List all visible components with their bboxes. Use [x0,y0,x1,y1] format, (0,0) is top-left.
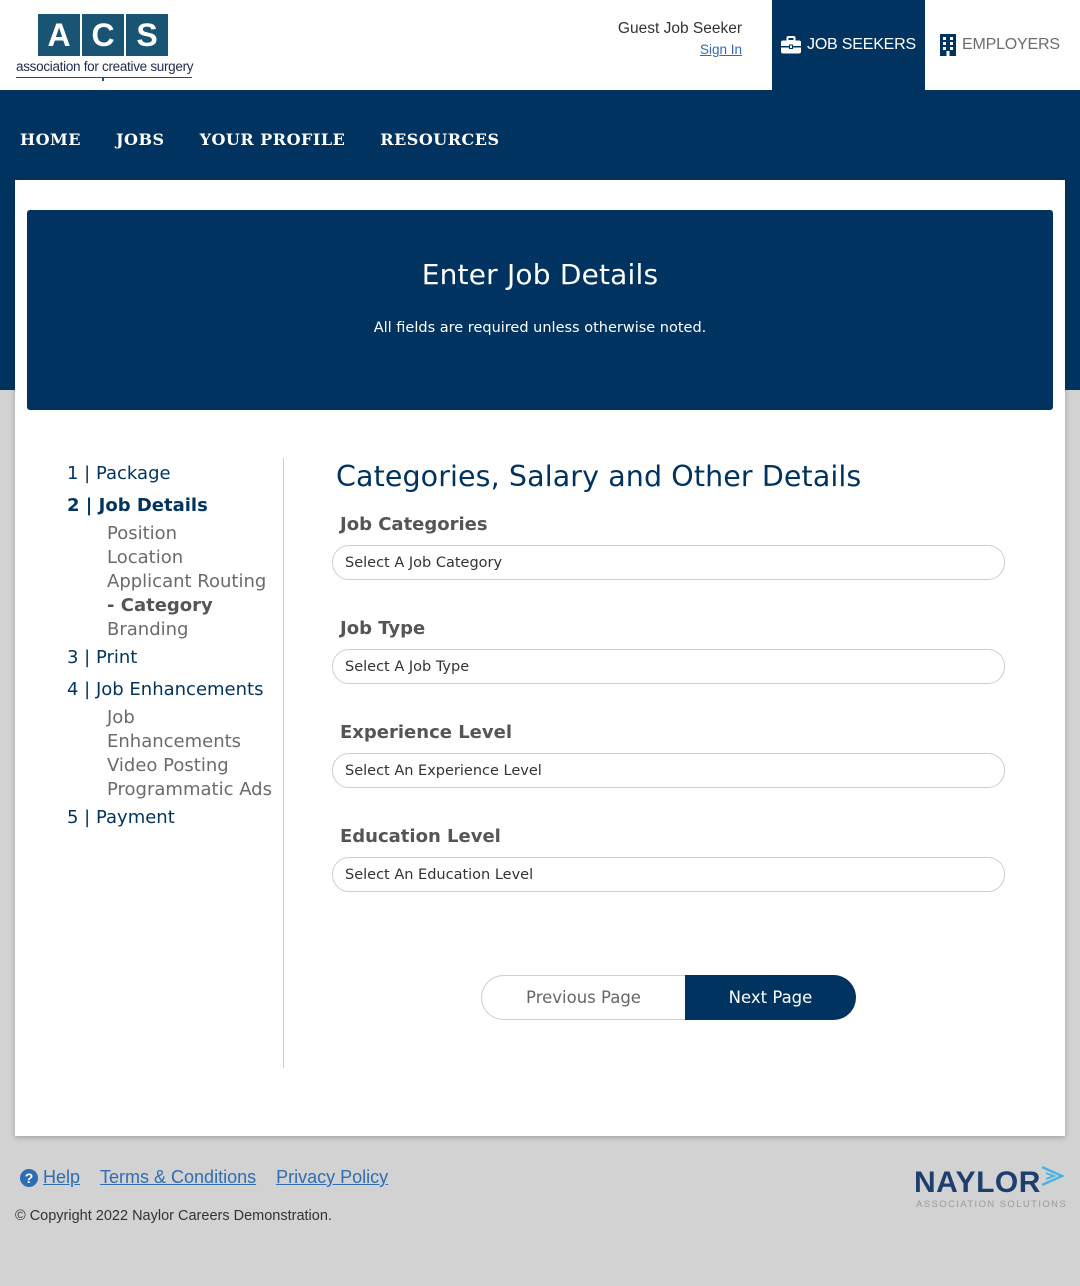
guest-name: Guest Job Seeker [617,20,742,37]
privacy-link[interactable]: Privacy Policy [276,1167,388,1188]
naylor-logo[interactable]: NAYLOR ASSOCIATION SOLUTIONS [914,1165,1066,1215]
step-job-details[interactable]: 2 | Job Details [67,490,283,522]
substep-programmatic-ads[interactable]: Programmatic Ads [67,778,283,802]
logo-underline [16,77,192,81]
progress-stepper: 1 | Package 2 | Job Details Position Loc… [67,458,284,1068]
nav-home[interactable]: HOME [20,130,81,149]
briefcase-icon [781,36,802,54]
job-type-label: Job Type [340,618,426,639]
step-payment[interactable]: 5 | Payment [67,802,283,834]
logo-letter-s: S [126,14,168,56]
substep-video-posting[interactable]: Video Posting [67,754,283,778]
education-level-value: Select An Education Level [345,866,534,883]
hero-banner: Enter Job Details All fields are require… [27,210,1053,410]
employers-label: EMPLOYERS [962,36,1060,53]
page-subtitle: All fields are required unless otherwise… [373,320,707,336]
nav-items: HOME JOBS YOUR PROFILE RESOURCES [20,130,535,149]
naylor-subtitle: ASSOCIATION SOLUTIONS [916,1199,1068,1210]
substep-enhancements[interactable]: Enhancements [67,730,283,754]
building-icon [940,34,956,56]
help-link-group[interactable]: ? Help [20,1167,80,1188]
logo-letters: A C S [38,14,196,56]
nav-your-profile[interactable]: YOUR PROFILE [200,130,346,149]
substep-location[interactable]: Location [67,546,283,570]
terms-link[interactable]: Terms & Conditions [100,1167,256,1188]
job-details-form: Categories, Salary and Other Details Job… [332,458,1005,892]
guest-info: Guest Job Seeker Sign In [618,20,742,57]
employers-tab[interactable]: EMPLOYERS [940,0,1060,90]
job-type-select[interactable]: Select A Job Type [332,649,1005,684]
logo-tagline: association for creative surgery [16,59,194,74]
step-package[interactable]: 1 | Package [67,458,283,490]
next-page-button[interactable]: Next Page [685,975,856,1020]
nav-resources[interactable]: RESOURCES [380,130,499,149]
job-type-value: Select A Job Type [345,658,470,675]
education-level-label: Education Level [340,826,501,847]
step-job-enhancements[interactable]: 4 | Job Enhancements [67,674,283,706]
experience-level-value: Select An Experience Level [345,762,542,779]
job-type-group: Job Type Select A Job Type [332,617,1005,684]
experience-level-label: Experience Level [340,722,513,743]
education-level-group: Education Level Select An Education Leve… [332,825,1005,892]
substep-category[interactable]: - Category [67,594,283,618]
acs-logo[interactable]: A C S association for creative surgery [16,14,196,86]
substep-job[interactable]: Job [67,706,283,730]
job-categories-select[interactable]: Select A Job Category [332,545,1005,580]
form-title: Categories, Salary and Other Details [336,460,862,493]
education-level-select[interactable]: Select An Education Level [332,857,1005,892]
job-seekers-tab[interactable]: JOB SEEKERS [772,0,925,90]
naylor-arrow-icon [1041,1165,1064,1187]
copyright-text: © Copyright 2022 Naylor Careers Demonstr… [15,1208,332,1224]
job-categories-label: Job Categories [340,514,488,535]
sign-in-link[interactable]: Sign In [618,42,742,57]
step-print[interactable]: 3 | Print [67,642,283,674]
site-header: A C S association for creative surgery G… [0,0,1080,90]
substep-position[interactable]: Position [67,522,283,546]
job-categories-value: Select A Job Category [345,554,503,571]
experience-level-select[interactable]: Select An Experience Level [332,753,1005,788]
job-seekers-label: JOB SEEKERS [807,36,916,53]
experience-level-group: Experience Level Select An Experience Le… [332,721,1005,788]
page-title: Enter Job Details [421,258,659,291]
help-link[interactable]: Help [43,1167,80,1188]
logo-letter-c: C [82,14,124,56]
content-card: Enter Job Details All fields are require… [15,180,1065,1136]
footer-links: ? Help Terms & Conditions Privacy Policy [20,1167,408,1188]
previous-page-button[interactable]: Previous Page [481,975,685,1020]
logo-letter-a: A [38,14,80,56]
job-categories-group: Job Categories Select A Job Category [332,513,1005,580]
substep-applicant-routing[interactable]: Applicant Routing [67,570,283,594]
substep-branding[interactable]: Branding [67,618,283,642]
pagination-buttons: Previous Page Next Page [481,975,856,1020]
question-circle-icon: ? [20,1168,38,1187]
nav-jobs[interactable]: JOBS [116,130,165,149]
